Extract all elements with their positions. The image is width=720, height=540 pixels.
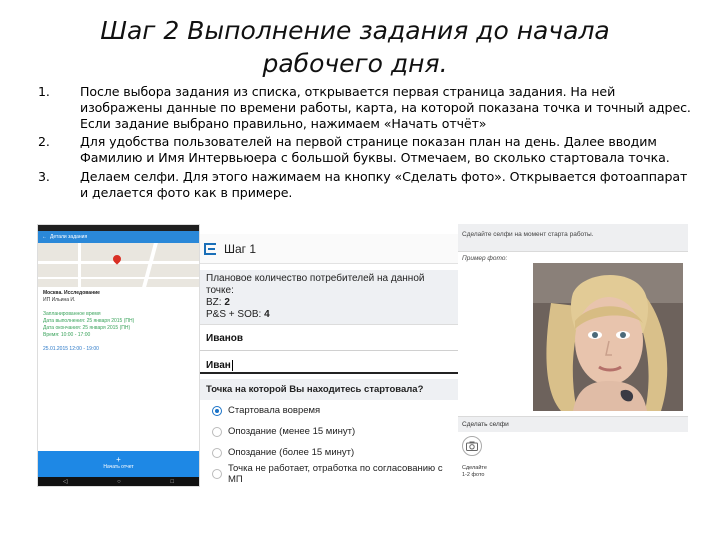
step-text: Для удобства пользователей на первой стр… (80, 134, 670, 166)
map[interactable] (38, 243, 199, 287)
radio-label: Опоздание (более 15 минут) (228, 447, 355, 458)
slide-title-line1: Шаг 2 Выполнение задания до начала (100, 16, 610, 45)
plan-bz-value: 2 (224, 297, 230, 308)
surname-field[interactable]: Иванов (200, 325, 458, 351)
step-item: 1. После выбора задания из списка, откры… (38, 84, 698, 131)
plan-ps: P&S + SOB: 4 (206, 309, 452, 321)
start-question: Точка на которой Вы находитесь стартовал… (200, 379, 458, 400)
nav-back-icon[interactable]: ◁ (63, 478, 68, 485)
app-bar-title: Детали задания (50, 234, 88, 240)
nav-recent-icon[interactable]: □ (171, 479, 175, 485)
step-number: 1. (38, 84, 50, 99)
photo-caption: Сделайте 1-2 фото (462, 465, 487, 479)
selfie-instruction: Сделайте селфи на момент старта работы. (458, 224, 688, 252)
step-number: 2. (38, 134, 50, 150)
nav-home-icon[interactable]: ○ (117, 479, 121, 485)
task-details-screenshot: ← Детали задания Москва. Исследование ИП… (37, 224, 200, 487)
text-cursor (231, 360, 233, 371)
steps-list: 1. После выбора задания из списка, откры… (38, 84, 698, 204)
selfie-illustration (533, 263, 683, 411)
camera-icon[interactable] (462, 436, 482, 456)
task-line: Дата окончания: 25 января 2015 (ПН) (43, 325, 131, 331)
radio-label: Стартовала вовремя (228, 405, 321, 416)
task-line (43, 304, 194, 311)
radio-selected-icon[interactable] (212, 405, 222, 416)
surname-value: Иванов (206, 333, 244, 344)
step-number: 3. (38, 168, 50, 184)
task-line: Время: 10:00 - 17:00 (43, 332, 91, 338)
plan-bz: BZ: 2 (206, 297, 452, 309)
exit-icon[interactable] (204, 242, 216, 255)
radio-icon[interactable] (212, 426, 222, 437)
radio-label: Опоздание (менее 15 минут) (228, 426, 356, 437)
plan-ps-value: 4 (264, 309, 270, 320)
selfie-screenshot: Сделайте селфи на момент старта работы. … (458, 224, 688, 487)
back-arrow-icon[interactable]: ← (42, 234, 47, 240)
caption-line: 1-2 фото (462, 472, 485, 478)
form-header: Шаг 1 (200, 234, 458, 264)
radio-option[interactable]: Стартовала вовремя (200, 400, 458, 421)
name-value: Иван (206, 360, 231, 372)
start-report-label: Начать отчет (103, 464, 134, 470)
task-line: Москва. Исследование (43, 290, 100, 296)
slide-title-line2: рабочего дня. (262, 49, 448, 78)
radio-option[interactable]: Опоздание (более 15 минут) (200, 442, 458, 463)
form-title: Шаг 1 (224, 241, 257, 256)
step-text: Делаем селфи. Для этого нажимаем на кноп… (80, 168, 688, 200)
slide-title: Шаг 2 Выполнение задания до начала рабоч… (70, 14, 640, 80)
radio-option[interactable]: Опоздание (менее 15 минут) (200, 421, 458, 442)
step-item: 3. Делаем селфи. Для этого нажимаем на к… (38, 169, 698, 201)
name-field[interactable]: Иван (200, 356, 458, 374)
app-bar: ← Детали задания (38, 231, 199, 243)
example-selfie-photo (533, 263, 683, 411)
task-line: Дата выполнения: 25 января 2015 (ПН) (43, 318, 135, 324)
plan-bz-label: BZ: (206, 297, 225, 308)
task-line: 25.01.2015 12:00 - 19:00 (43, 346, 99, 352)
plan-ps-label: P&S + SOB: (206, 309, 265, 320)
task-info: Москва. Исследование ИП Ильина И. Заплан… (38, 287, 199, 356)
caption-line: Сделайте (462, 465, 487, 471)
step1-form-screenshot: Шаг 1 Плановое количество потребителей н… (200, 234, 458, 487)
plus-icon: + (116, 455, 121, 464)
start-report-button[interactable]: + Начать отчет (38, 451, 199, 477)
take-selfie-section: Сделать селфи (458, 416, 688, 432)
task-line (43, 339, 194, 346)
step-item: 2. Для удобства пользователей на первой … (38, 134, 698, 166)
android-nav-bar: ◁ ○ □ (38, 477, 199, 486)
task-line: Запланированное время (43, 311, 101, 317)
radio-label: Точка не работает, отработка по согласов… (228, 462, 443, 485)
plan-info: Плановое количество потребителей на данн… (200, 270, 458, 325)
step-text: После выбора задания из списка, открывае… (80, 84, 691, 131)
plan-label: Плановое количество потребителей на данн… (206, 273, 425, 296)
radio-option[interactable]: Точка не работает, отработка по согласов… (200, 462, 458, 485)
radio-icon[interactable] (212, 447, 222, 458)
radio-icon[interactable] (212, 468, 222, 479)
task-line: ИП Ильина И. (43, 297, 76, 303)
camera-glyph (466, 441, 478, 451)
